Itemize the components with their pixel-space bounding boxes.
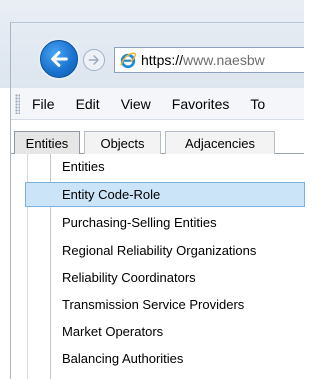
url-host: www.naesbw: [183, 52, 265, 68]
menu-item-reliability-coordinators[interactable]: Reliability Coordinators: [51, 265, 305, 290]
entities-dropdown-menu: Entities Entity Code-Role Purchasing-Sel…: [25, 154, 305, 379]
back-button[interactable]: [40, 40, 78, 78]
menu-item-balancing-authorities[interactable]: Balancing Authorities: [51, 346, 305, 371]
url-scheme: https://: [141, 52, 184, 68]
menu-item-entity-code-role[interactable]: Entity Code-Role: [25, 182, 305, 207]
menu-item-entities[interactable]: Entities: [51, 154, 305, 179]
forward-button[interactable]: [83, 49, 105, 71]
address-bar[interactable]: https://www.naesbw: [114, 47, 304, 73]
tab-strip: Entities Objects Adjacencies: [11, 130, 304, 154]
menu-item-regional-reliability-organizations[interactable]: Regional Reliability Organizations: [51, 238, 305, 263]
menu-tools[interactable]: To: [250, 96, 265, 112]
menu-item-transmission-service-providers[interactable]: Transmission Service Providers: [51, 292, 305, 317]
menu-file[interactable]: File: [32, 96, 55, 112]
menu-bar: File Edit View Favorites To: [11, 88, 304, 120]
ie-logo-icon: [120, 52, 137, 69]
tab-entities[interactable]: Entities: [14, 131, 80, 154]
tab-adjacencies[interactable]: Adjacencies: [165, 131, 275, 154]
tab-objects[interactable]: Objects: [84, 131, 161, 154]
arrow-left-icon: [51, 51, 68, 67]
window-frame-top: [10, 22, 304, 23]
menu-favorites[interactable]: Favorites: [172, 96, 230, 112]
arrow-right-icon: [88, 55, 99, 65]
menu-item-purchasing-selling-entities[interactable]: Purchasing-Selling Entities: [51, 210, 305, 235]
window-frame-left: [10, 22, 11, 379]
menu-view[interactable]: View: [121, 96, 151, 112]
menu-grip: [15, 93, 20, 114]
menu-edit[interactable]: Edit: [76, 96, 100, 112]
menu-item-market-operators[interactable]: Market Operators: [51, 319, 305, 344]
